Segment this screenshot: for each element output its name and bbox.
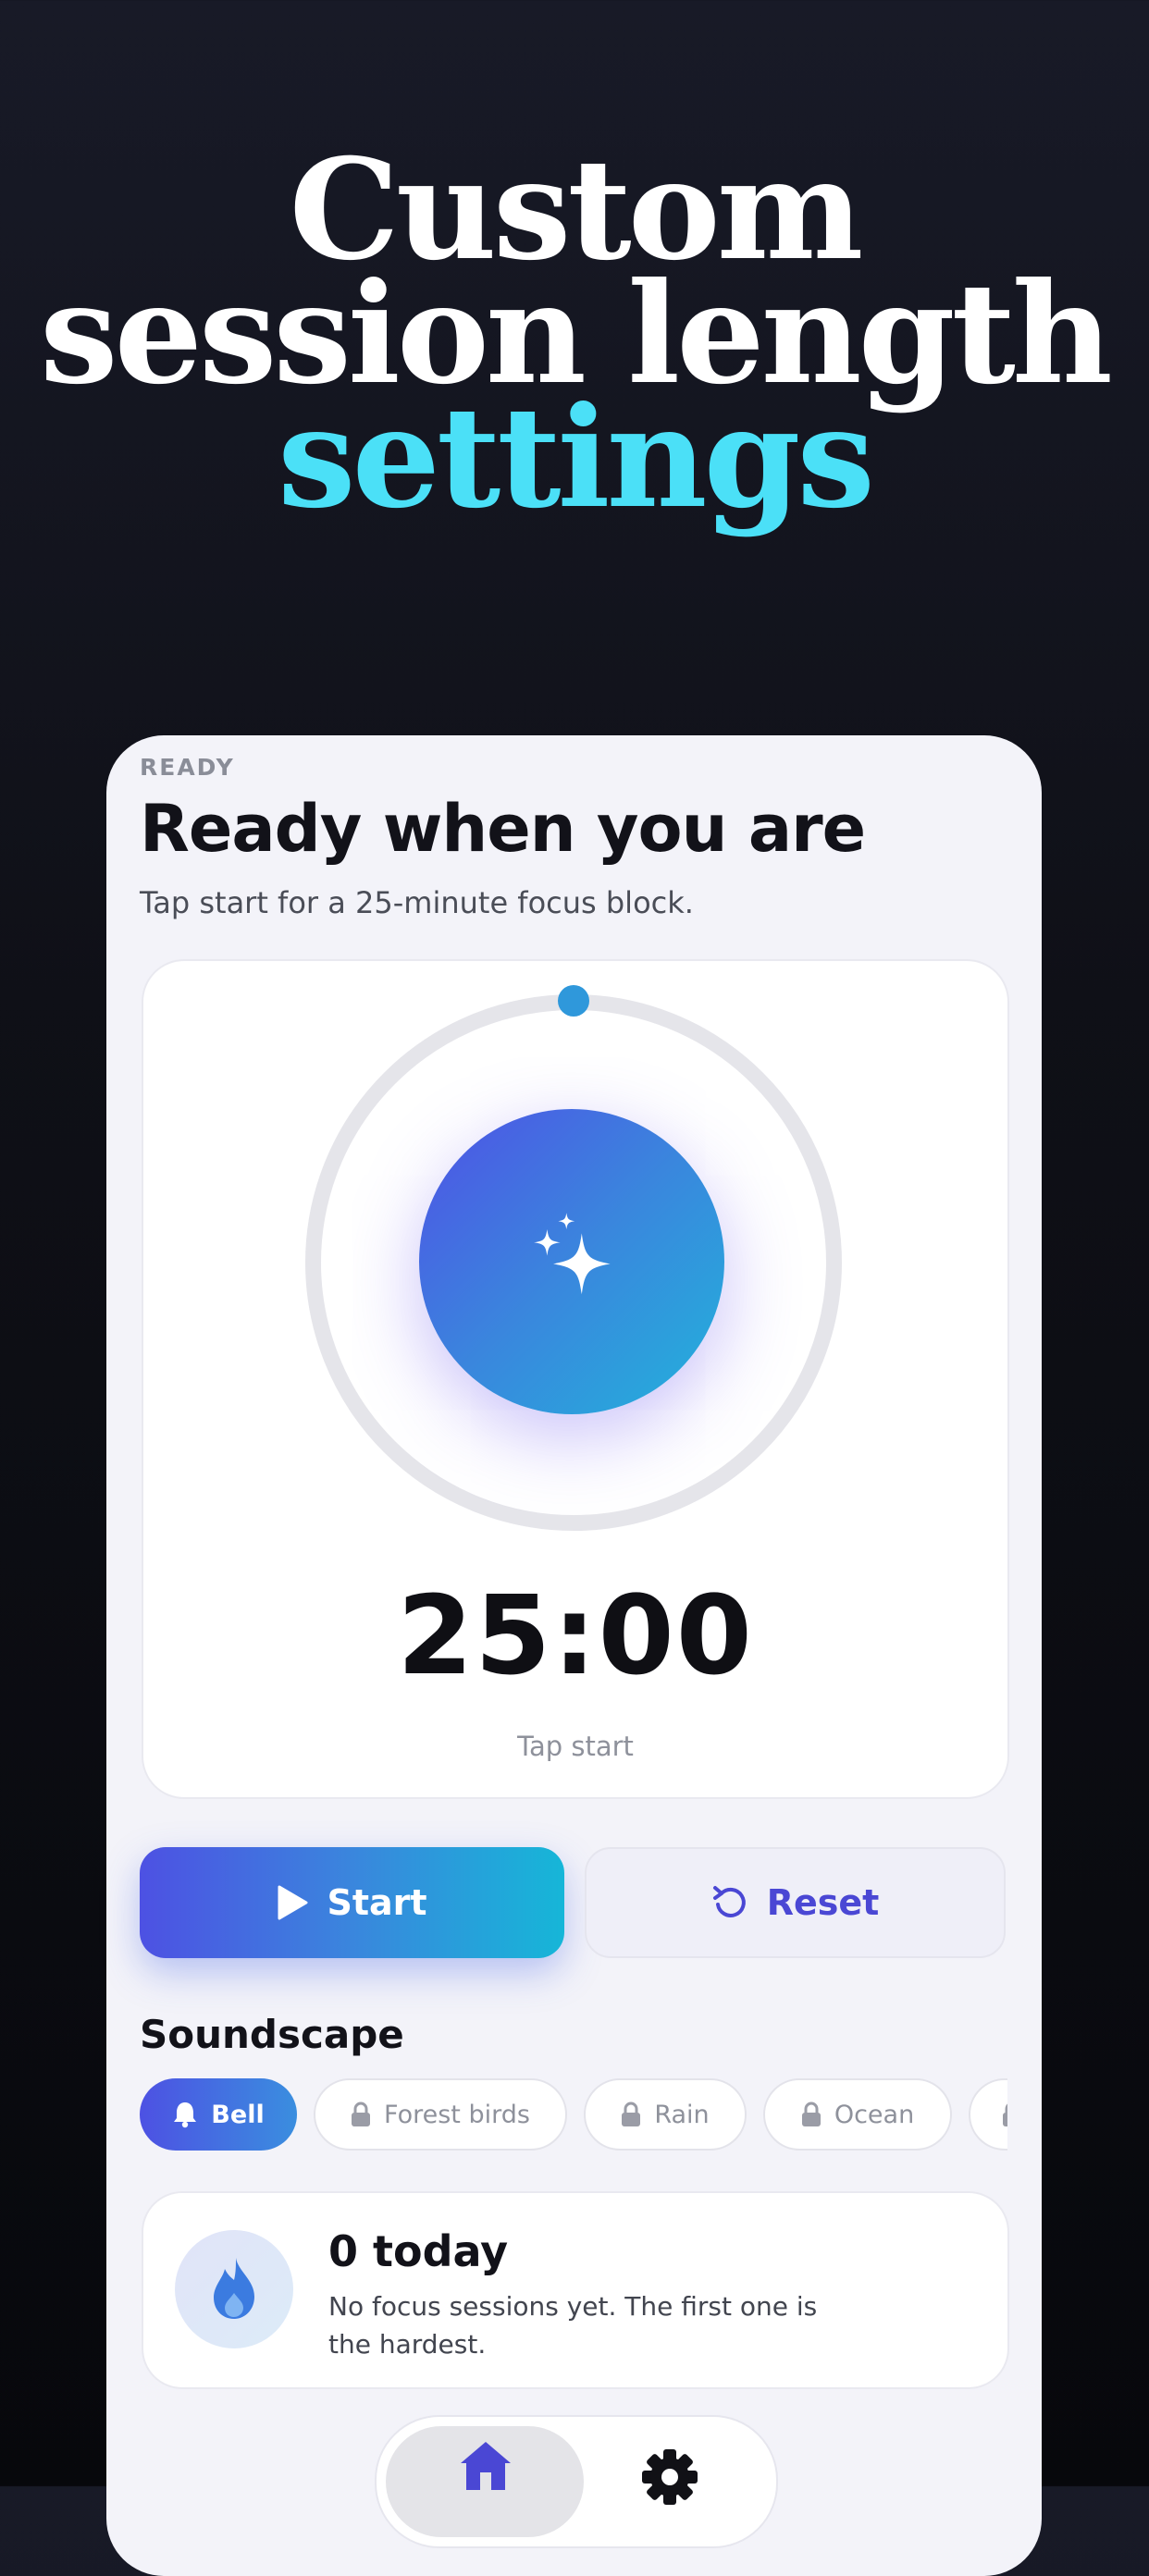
page-title: Ready when you are bbox=[140, 791, 866, 867]
chip-label: Forest birds bbox=[384, 2100, 530, 2129]
timer-hint: Tap start bbox=[517, 1731, 634, 1762]
lock-icon bbox=[622, 2101, 641, 2126]
chip-bell[interactable]: Bell bbox=[140, 2078, 297, 2151]
progress-ring-knob[interactable] bbox=[558, 985, 589, 1017]
lock-icon bbox=[1003, 2103, 1007, 2126]
stats-message: No focus sessions yet. The first one is … bbox=[328, 2291, 818, 2360]
play-icon bbox=[278, 1885, 308, 1920]
page-subtitle: Tap start for a 25-minute focus block. bbox=[140, 885, 694, 920]
hero-heading: Custom session length settings bbox=[0, 141, 1149, 527]
flame-icon bbox=[214, 2258, 254, 2319]
chip-label: Ocean bbox=[834, 2100, 915, 2129]
start-button-label: Start bbox=[327, 1882, 427, 1923]
session-status: READY bbox=[140, 754, 235, 781]
lock-icon bbox=[352, 2101, 371, 2126]
chip-more[interactable] bbox=[969, 2078, 1007, 2151]
chip-label: Bell bbox=[211, 2100, 265, 2129]
stats-badge bbox=[175, 2230, 293, 2348]
soundscape-chips[interactable]: Bell Forest birds Rain Ocean bbox=[140, 2078, 1007, 2154]
chip-ocean[interactable]: Ocean bbox=[763, 2078, 952, 2151]
timer-card: 25:00 Tap start bbox=[142, 959, 1009, 1799]
tab-home[interactable] bbox=[386, 2426, 584, 2537]
chip-label: Rain bbox=[654, 2100, 710, 2129]
sparkles-icon bbox=[534, 1213, 611, 1295]
timer-display: 25:00 bbox=[397, 1571, 754, 1699]
chip-forest-birds[interactable]: Forest birds bbox=[314, 2078, 567, 2151]
bell-icon bbox=[174, 2102, 197, 2128]
app-screen: READY Ready when you are Tap start for a… bbox=[106, 735, 1042, 2576]
gear-icon bbox=[642, 2449, 698, 2505]
chip-rain[interactable]: Rain bbox=[584, 2078, 747, 2151]
soundscape-title: Soundscape bbox=[140, 2012, 404, 2057]
reset-button-label: Reset bbox=[766, 1882, 880, 1923]
tab-settings[interactable] bbox=[628, 2435, 711, 2519]
reset-button[interactable]: Reset bbox=[585, 1847, 1006, 1958]
daily-stats-card: 0 today No focus sessions yet. The first… bbox=[142, 2191, 1009, 2389]
lock-icon bbox=[801, 2101, 821, 2126]
focus-orb[interactable] bbox=[419, 1109, 724, 1414]
start-button[interactable]: Start bbox=[140, 1847, 564, 1958]
reset-icon bbox=[712, 1886, 746, 1917]
tab-bar bbox=[375, 2415, 778, 2548]
stats-count: 0 today bbox=[328, 2226, 509, 2276]
home-icon bbox=[461, 2442, 511, 2490]
